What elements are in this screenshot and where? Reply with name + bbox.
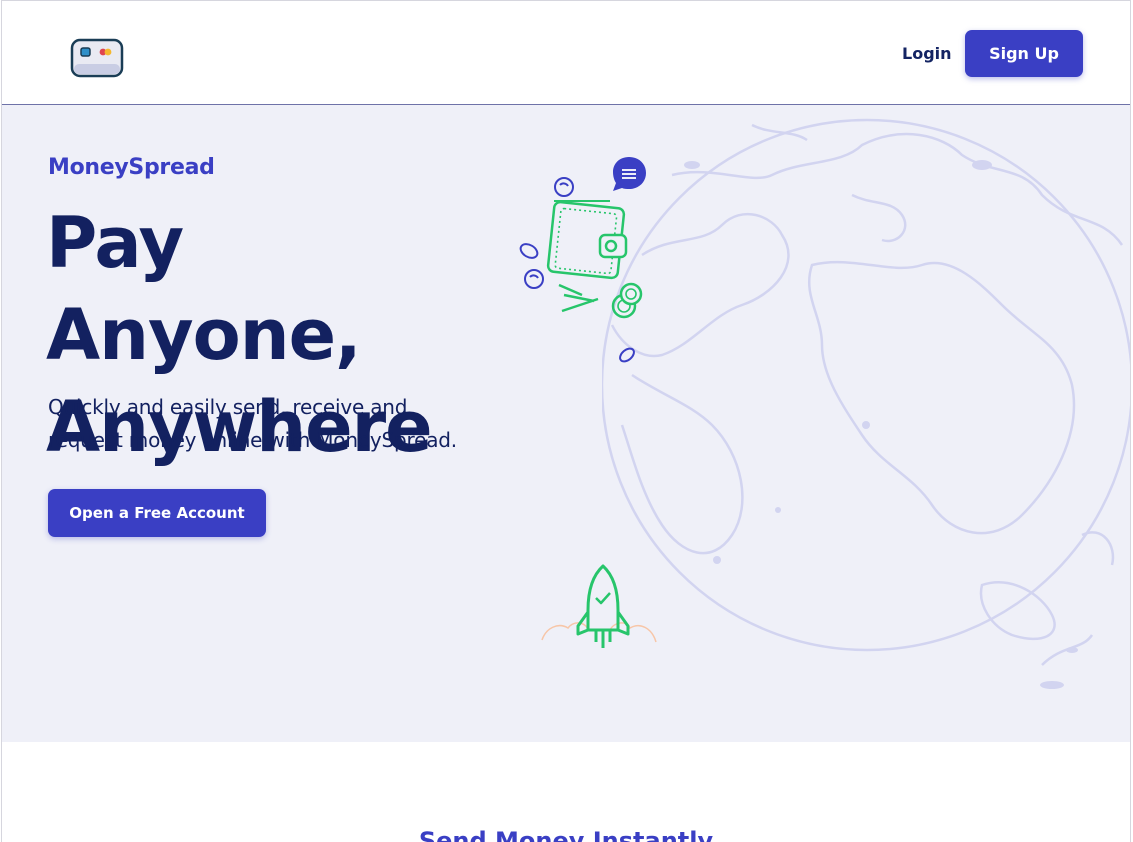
hero-subtitle: Quickly and easily send, receive and req… [48, 391, 468, 457]
page: Login Sign Up MoneySpread Pay Anyone, An… [1, 0, 1131, 842]
world-globe-illustration [602, 118, 1130, 689]
subtitle-line-2: request money online with MoneySpread. [48, 428, 457, 452]
top-navbar: Login Sign Up [2, 1, 1130, 105]
card-logo-icon[interactable] [70, 38, 124, 78]
wallet-icon [519, 157, 646, 363]
open-account-button[interactable]: Open a Free Account [48, 489, 266, 537]
chat-bubble-icon [613, 157, 646, 191]
brand-name: MoneySpread [48, 155, 215, 180]
login-link[interactable]: Login [902, 41, 952, 67]
hero-section: MoneySpread Pay Anyone, Anywhere Quickly… [2, 105, 1130, 742]
rocket-icon [541, 564, 657, 648]
subtitle-line-1: Quickly and easily send, receive and [48, 395, 408, 419]
section-title: Send Money Instantly [418, 827, 714, 842]
headline-line-1: Pay Anyone, [46, 202, 362, 376]
sign-up-button[interactable]: Sign Up [965, 30, 1083, 77]
